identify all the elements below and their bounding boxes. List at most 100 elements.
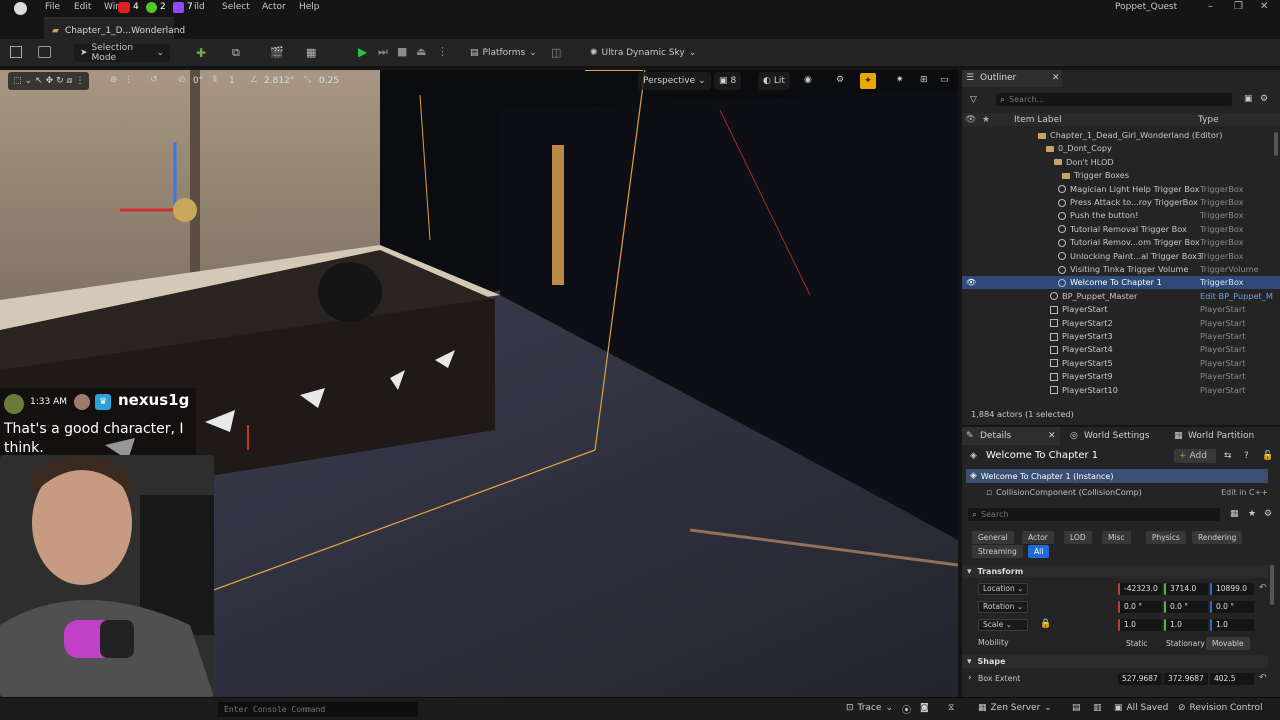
location-z-field[interactable]: 10899.0 (1210, 583, 1254, 595)
rotation-x-field[interactable]: 0.0 ° (1118, 601, 1162, 613)
category-rendering[interactable]: Rendering (1192, 531, 1243, 544)
item-label-header[interactable]: Item Label (1014, 115, 1062, 125)
scale-x-field[interactable]: 1.0 (1118, 619, 1162, 631)
rotate-icon[interactable]: ↻ (56, 76, 64, 86)
blueprint-icon[interactable]: ⇆ (1224, 451, 1232, 461)
add-component-button[interactable]: + Add (1174, 449, 1216, 463)
category-misc[interactable]: Misc (1102, 531, 1131, 544)
details-search-input[interactable] (981, 510, 1182, 519)
outliner-row[interactable]: PlayerStart5 PlayerStart (962, 357, 1280, 370)
outliner-row[interactable]: Trigger Boxes (962, 169, 1280, 182)
play-icon[interactable]: ▶ (358, 45, 367, 59)
details-search-box[interactable]: ⌕ (968, 508, 1220, 521)
component-row[interactable]: ▫ CollisionComponent (CollisionComp) Edi… (986, 486, 1268, 499)
category-general[interactable]: General (972, 531, 1014, 544)
revision-control-dropdown[interactable]: ⊘ Revision Control (1178, 703, 1263, 713)
category-lod[interactable]: LOD (1064, 531, 1092, 544)
settings-icon[interactable]: ✷ (896, 75, 904, 85)
selection-mode-dropdown[interactable]: ➤ Selection Mode ⌄ (74, 43, 170, 63)
outliner-row[interactable]: 👁 Welcome To Chapter 1 TriggerBox (962, 276, 1280, 290)
outliner-row[interactable]: Magician Light Help Trigger Box TriggerBo… (962, 183, 1280, 196)
maximize-icon[interactable]: ❐ (1234, 1, 1243, 12)
transform-tools[interactable]: ⬚ ⌄ ↖ ✥ ↻ ⧈ ⋮ (8, 72, 90, 90)
rotation-dropdown[interactable]: Rotation ⌄ (978, 601, 1028, 613)
source-icon[interactable]: ▤ (1072, 703, 1081, 713)
modes-icon[interactable]: ▦ (306, 46, 316, 59)
rotation-snap-icon[interactable]: ∠ (250, 75, 258, 85)
transform-section-header[interactable]: ▾ Transform (962, 565, 1268, 578)
derived-data-icon[interactable]: ⧖ (948, 703, 954, 713)
menu-actor[interactable]: Actor (262, 2, 286, 12)
minimize-icon[interactable]: – (1208, 1, 1213, 12)
menu-edit[interactable]: Edit (74, 2, 91, 12)
stop-trace-icon[interactable]: ◙ (920, 703, 929, 713)
console-input[interactable] (218, 702, 418, 717)
grid-angle-value[interactable]: 0° (193, 76, 203, 86)
scale-z-field[interactable]: 1.0 (1210, 619, 1254, 631)
outliner-row[interactable]: Press Attack to...roy TriggerBox TriggerB… (962, 196, 1280, 209)
type-header[interactable]: Type (1198, 115, 1219, 125)
outliner-row[interactable]: PlayerStart10 PlayerStart (962, 384, 1280, 397)
settings-toggle-icon[interactable]: ◫ (551, 46, 561, 59)
save-icon[interactable] (10, 46, 22, 58)
grid-size-icon[interactable]: ⫴ (213, 75, 217, 85)
scale-snap-icon[interactable]: ⤡ (304, 75, 311, 85)
sky-dropdown[interactable]: ✺ Ultra Dynamic Sky ⌄ (584, 44, 702, 62)
outliner-row[interactable]: Push the button! TriggerBox (962, 209, 1280, 222)
tab-details[interactable]: ✎ Details ✕ (962, 427, 1060, 445)
rotation-snap-value[interactable]: 2.812° (264, 76, 294, 86)
box-extent-z-field[interactable]: 402.5 (1210, 673, 1254, 685)
visibility-icon[interactable]: 👁 (966, 276, 976, 289)
close-window-icon[interactable]: ✕ (1260, 1, 1268, 12)
outliner-row[interactable]: Visiting Tinka Trigger Volume TriggerVolu… (962, 263, 1280, 276)
reset-location-icon[interactable]: ↶ (1259, 583, 1267, 593)
unreal-logo-icon[interactable] (14, 2, 27, 15)
performance-icon[interactable]: ⚙ (836, 75, 844, 85)
location-y-field[interactable]: 3714.0 (1164, 583, 1208, 595)
play-options-icon[interactable]: ⋮ (437, 45, 448, 58)
outliner-row[interactable]: Tutorial Remov...om Trigger Box TriggerBo… (962, 236, 1280, 249)
mobility-static[interactable]: Static (1120, 637, 1153, 650)
category-physics[interactable]: Physics (1146, 531, 1186, 544)
snap-count[interactable]: 1 (229, 76, 235, 86)
outliner-tab[interactable]: ☰ Outliner ✕ (962, 70, 1062, 87)
category-actor[interactable]: Actor (1022, 531, 1054, 544)
surface-snap-icon[interactable]: ↺ (150, 75, 158, 85)
lock-icon[interactable]: 🔒 (1040, 619, 1051, 629)
scale-icon[interactable]: ⧈ (67, 76, 73, 86)
chevron-right-icon[interactable]: › (968, 673, 972, 683)
outliner-row[interactable]: BP_Puppet_Master Edit BP_Puppet_M (962, 290, 1280, 303)
outliner-settings-icon[interactable]: ⚙ (1260, 94, 1268, 104)
menu-build[interactable]: ild (194, 2, 205, 12)
blueprint-icon[interactable]: ⧉ (232, 46, 240, 60)
outliner-row[interactable]: PlayerStart3 PlayerStart (962, 330, 1280, 343)
favorite-icon[interactable]: ★ (1248, 509, 1256, 519)
level-tab[interactable]: ▰ Chapter_1_D...Wonderland (44, 17, 185, 39)
eject-icon[interactable]: ⏏ (416, 45, 426, 58)
camera-speed-value[interactable]: 0.25 (319, 76, 339, 86)
category-streaming[interactable]: Streaming (972, 545, 1023, 558)
platforms-dropdown[interactable]: ▤ Platforms ⌄ (464, 44, 543, 62)
rotation-y-field[interactable]: 0.0 ° (1164, 601, 1208, 613)
tab-world-partition[interactable]: ▦ World Partition (1170, 427, 1262, 445)
more-icon[interactable]: ⋮ (75, 76, 84, 86)
menu-help[interactable]: Help (299, 2, 320, 12)
outliner-row[interactable]: Tutorial Removal Trigger Box TriggerBox (962, 223, 1280, 236)
fov-dropdown[interactable]: ▣ 8 (714, 72, 742, 90)
lit-dropdown[interactable]: ◐ Lit (758, 72, 790, 90)
box-extent-y-field[interactable]: 372.9687 (1164, 673, 1208, 685)
table-view-icon[interactable]: ▦ (1230, 509, 1239, 519)
rotation-z-field[interactable]: 0.0 ° (1210, 601, 1254, 613)
all-saved-indicator[interactable]: ▣ All Saved (1114, 703, 1168, 713)
visibility-column-icon[interactable]: 👁 (965, 115, 976, 125)
outliner-row[interactable]: Unlocking Paint...al Trigger Box3 Trigger… (962, 250, 1280, 263)
help-icon[interactable]: ? (1244, 451, 1249, 461)
scale-y-field[interactable]: 1.0 (1164, 619, 1208, 631)
mobility-movable[interactable]: Movable (1206, 637, 1250, 650)
maximize-viewport-icon[interactable]: ▭ (940, 75, 949, 85)
record-icon[interactable]: ⦿ (902, 703, 911, 716)
move-icon[interactable]: ✥ (46, 76, 54, 86)
details-settings-icon[interactable]: ⚙ (1264, 509, 1272, 519)
outliner-row[interactable]: Don't HLOD (962, 156, 1280, 169)
stop-icon[interactable]: ■ (397, 45, 407, 58)
